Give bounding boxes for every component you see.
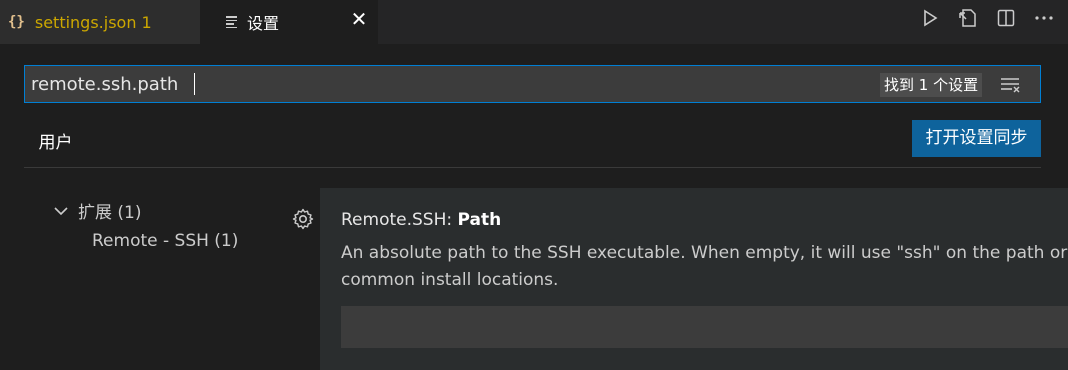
setting-title: Remote.SSH: Path bbox=[341, 210, 501, 230]
settings-search-input[interactable] bbox=[31, 66, 871, 102]
tab-label: settings.json 1 bbox=[34, 12, 152, 32]
more-actions-icon[interactable] bbox=[1032, 6, 1056, 30]
split-editor-icon[interactable] bbox=[994, 6, 1018, 30]
toc-item-remote-ssh[interactable]: Remote - SSH (1) bbox=[92, 231, 238, 251]
gear-icon[interactable] bbox=[291, 207, 315, 231]
tab-settings-json[interactable]: {} settings.json 1 bbox=[0, 0, 200, 44]
search-result-count: 找到 1 个设置 bbox=[880, 73, 983, 97]
divider bbox=[24, 167, 1041, 168]
open-settings-json-icon[interactable] bbox=[956, 6, 980, 30]
tab-label: 设置 bbox=[247, 14, 280, 33]
toc-group-label: 扩展 (1) bbox=[78, 203, 142, 223]
editor-actions bbox=[918, 0, 1056, 36]
editor-tab-bar: {} settings.json 1 设置 ✕ bbox=[0, 0, 1068, 44]
turn-on-settings-sync-button[interactable]: 打开设置同步 bbox=[912, 120, 1041, 157]
toc-group-extensions[interactable]: 扩展 (1) bbox=[52, 198, 141, 223]
setting-category: Remote.SSH: bbox=[341, 210, 458, 230]
setting-name: Path bbox=[457, 210, 502, 230]
setting-description: An absolute path to the SSH executable. … bbox=[341, 243, 1068, 290]
setting-item-remote-ssh-path: Remote.SSH: Path An absolute path to the… bbox=[320, 188, 1068, 370]
run-icon[interactable] bbox=[918, 6, 942, 30]
text-caret bbox=[194, 73, 195, 95]
settings-lines-icon bbox=[226, 16, 237, 28]
settings-search-box: 找到 1 个设置 bbox=[24, 65, 1041, 103]
clear-search-filter-icon[interactable] bbox=[998, 73, 1024, 97]
chevron-down-icon bbox=[52, 202, 70, 220]
close-icon[interactable]: ✕ bbox=[348, 8, 370, 30]
setting-value-input[interactable] bbox=[341, 306, 1068, 348]
tab-user-settings[interactable]: 用户 bbox=[24, 128, 87, 168]
json-braces-icon: {} bbox=[8, 14, 25, 30]
